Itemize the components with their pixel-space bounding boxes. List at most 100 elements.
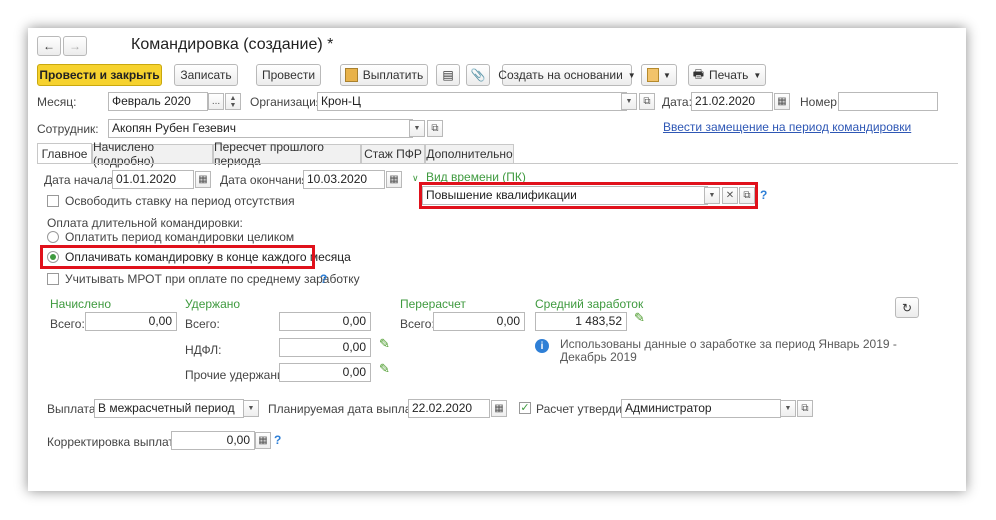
reports-button[interactable]: ▼ — [641, 64, 677, 86]
pay-label: Выплатить — [362, 68, 424, 82]
correction-help-icon[interactable]: ? — [274, 433, 281, 447]
edit-pencil-icon[interactable]: ✎ — [379, 361, 390, 377]
mrot-label: Учитывать МРОТ при оплате по среднему за… — [65, 272, 360, 286]
date-field[interactable]: 21.02.2020 — [691, 92, 773, 111]
planned-date-field[interactable]: 22.02.2020 — [408, 399, 490, 418]
edit-pencil-icon[interactable]: ✎ — [379, 336, 390, 352]
tab-recalc-past-period[interactable]: Пересчет прошлого периода — [213, 140, 361, 168]
time-type-help-icon[interactable]: ? — [760, 188, 767, 202]
calendar-icon: ▦ — [389, 174, 399, 185]
document-list-icon: ▤ — [442, 68, 454, 82]
average-earnings-title: Средний заработок — [535, 297, 644, 311]
other-deductions-label: Прочие удержания: — [185, 368, 294, 382]
calendar-icon: ▦ — [494, 403, 504, 414]
radio-pay-whole[interactable] — [47, 231, 59, 243]
post-button[interactable]: Провести — [256, 64, 321, 86]
replacement-link[interactable]: Ввести замещение на период командировки — [663, 120, 911, 134]
document-window: ← → Командировка (создание) * Провести и… — [28, 28, 966, 491]
end-date-label: Дата окончания: — [220, 173, 312, 187]
back-button[interactable]: ← — [37, 36, 61, 56]
tab-accrued-detailed[interactable]: Начислено (подробно) — [92, 140, 213, 168]
calendar-icon: ▦ — [198, 174, 208, 185]
info-icon: i — [535, 339, 549, 353]
withheld-title: Удержано — [185, 297, 241, 311]
month-select-button[interactable]: ... — [208, 93, 224, 110]
mrot-help-icon[interactable]: ? — [320, 272, 327, 286]
approved-by-dropdown[interactable]: ▼ — [780, 400, 796, 417]
organization-field[interactable]: Крон-Ц — [317, 92, 627, 111]
average-earnings-field[interactable]: 1 483,52 — [535, 312, 627, 331]
dropdown-arrow-icon: ▼ — [625, 98, 633, 105]
release-rate-label: Освободить ставку на период отсутствия — [65, 194, 295, 208]
correction-field[interactable]: 0,00 — [171, 431, 255, 450]
accrued-total-label: Всего: — [50, 317, 85, 331]
attach-button[interactable]: 📎 — [466, 64, 490, 86]
print-button[interactable]: 🖶 Печать ▼ — [688, 64, 766, 86]
start-date-field[interactable]: 01.01.2020 — [112, 170, 194, 189]
organization-dropdown[interactable]: ▼ — [621, 93, 637, 110]
withheld-total-field[interactable]: 0,00 — [279, 312, 371, 331]
accrued-title: Начислено — [50, 297, 112, 311]
month-field[interactable]: Февраль 2020 — [108, 92, 208, 111]
pay-button[interactable]: Выплатить — [340, 64, 428, 86]
end-date-picker[interactable]: ▦ — [386, 171, 402, 188]
release-rate-checkbox[interactable] — [47, 195, 59, 207]
tab-main[interactable]: Главное — [37, 143, 92, 164]
number-field[interactable] — [838, 92, 938, 111]
tab-additional[interactable]: Дополнительно — [425, 144, 514, 163]
organization-label: Организация: — [250, 95, 326, 109]
number-label: Номер: — [800, 95, 841, 109]
forward-button[interactable]: → — [63, 36, 87, 56]
planned-date-label: Планируемая дата выплаты: — [268, 402, 429, 416]
recalc-total-field[interactable]: 0,00 — [433, 312, 525, 331]
edit-pencil-icon[interactable]: ✎ — [634, 310, 645, 326]
post-and-close-button[interactable]: Провести и закрыть — [37, 64, 162, 86]
planned-date-picker[interactable]: ▦ — [491, 400, 507, 417]
open-icon: ⧉ — [801, 403, 809, 414]
employee-label: Сотрудник: — [37, 122, 99, 136]
tab-pfr-seniority[interactable]: Стаж ПФР — [361, 144, 425, 163]
mrot-checkbox[interactable] — [47, 273, 59, 285]
ndfl-field[interactable]: 0,00 — [279, 338, 371, 357]
paperclip-icon: 📎 — [470, 68, 486, 82]
recalc-total-label: Всего: — [400, 317, 435, 331]
other-deductions-field[interactable]: 0,00 — [279, 363, 371, 382]
open-icon: ⧉ — [431, 123, 439, 134]
payout-label: Выплата: — [47, 402, 99, 416]
recalc-title: Перерасчет — [400, 297, 466, 311]
employee-field[interactable]: Акопян Рубен Гезевич — [108, 119, 413, 138]
end-date-field[interactable]: 10.03.2020 — [303, 170, 385, 189]
accrued-total-field[interactable]: 0,00 — [85, 312, 177, 331]
printer-icon: 🖶 — [692, 66, 705, 81]
organization-open-button[interactable]: ⧉ — [639, 93, 655, 110]
arrow-right-icon: → — [69, 39, 81, 53]
approved-by-field[interactable]: Администратор — [621, 399, 781, 418]
date-label: Дата: — [662, 95, 692, 109]
employee-dropdown[interactable]: ▼ — [409, 120, 425, 137]
tab-divider — [37, 163, 958, 164]
approved-label: Расчет утвердил — [536, 402, 630, 416]
approved-by-open-button[interactable]: ⧉ — [797, 400, 813, 417]
pay-monthly-highlight — [40, 245, 315, 269]
payout-field[interactable]: В межрасчетный период — [94, 399, 244, 418]
stepper-icon: ▲ ▼ — [229, 94, 237, 109]
calculator-icon: ▦ — [258, 435, 268, 446]
approved-checkbox[interactable]: ✓ — [519, 402, 531, 414]
correction-label: Корректировка выплаты: — [47, 435, 186, 449]
time-type-highlight — [419, 182, 758, 209]
create-based-button[interactable]: Создать на основании ▼ — [498, 64, 636, 86]
ndfl-label: НДФЛ: — [185, 343, 222, 357]
refresh-button[interactable]: ↻ — [895, 297, 919, 318]
start-date-picker[interactable]: ▦ — [195, 171, 211, 188]
date-picker-button[interactable]: ▦ — [774, 93, 790, 110]
checkmark-icon: ✓ — [520, 402, 530, 414]
journal-button[interactable]: ▤ — [436, 64, 460, 86]
calculator-button[interactable]: ▦ — [255, 432, 271, 449]
save-button[interactable]: Записать — [174, 64, 238, 86]
print-label: Печать — [709, 68, 749, 82]
arrow-left-icon: ← — [43, 39, 55, 53]
dropdown-arrow-icon: ▼ — [413, 125, 421, 132]
month-stepper[interactable]: ▲ ▼ — [225, 93, 241, 110]
payout-dropdown[interactable]: ▼ — [243, 400, 259, 417]
employee-open-button[interactable]: ⧉ — [427, 120, 443, 137]
